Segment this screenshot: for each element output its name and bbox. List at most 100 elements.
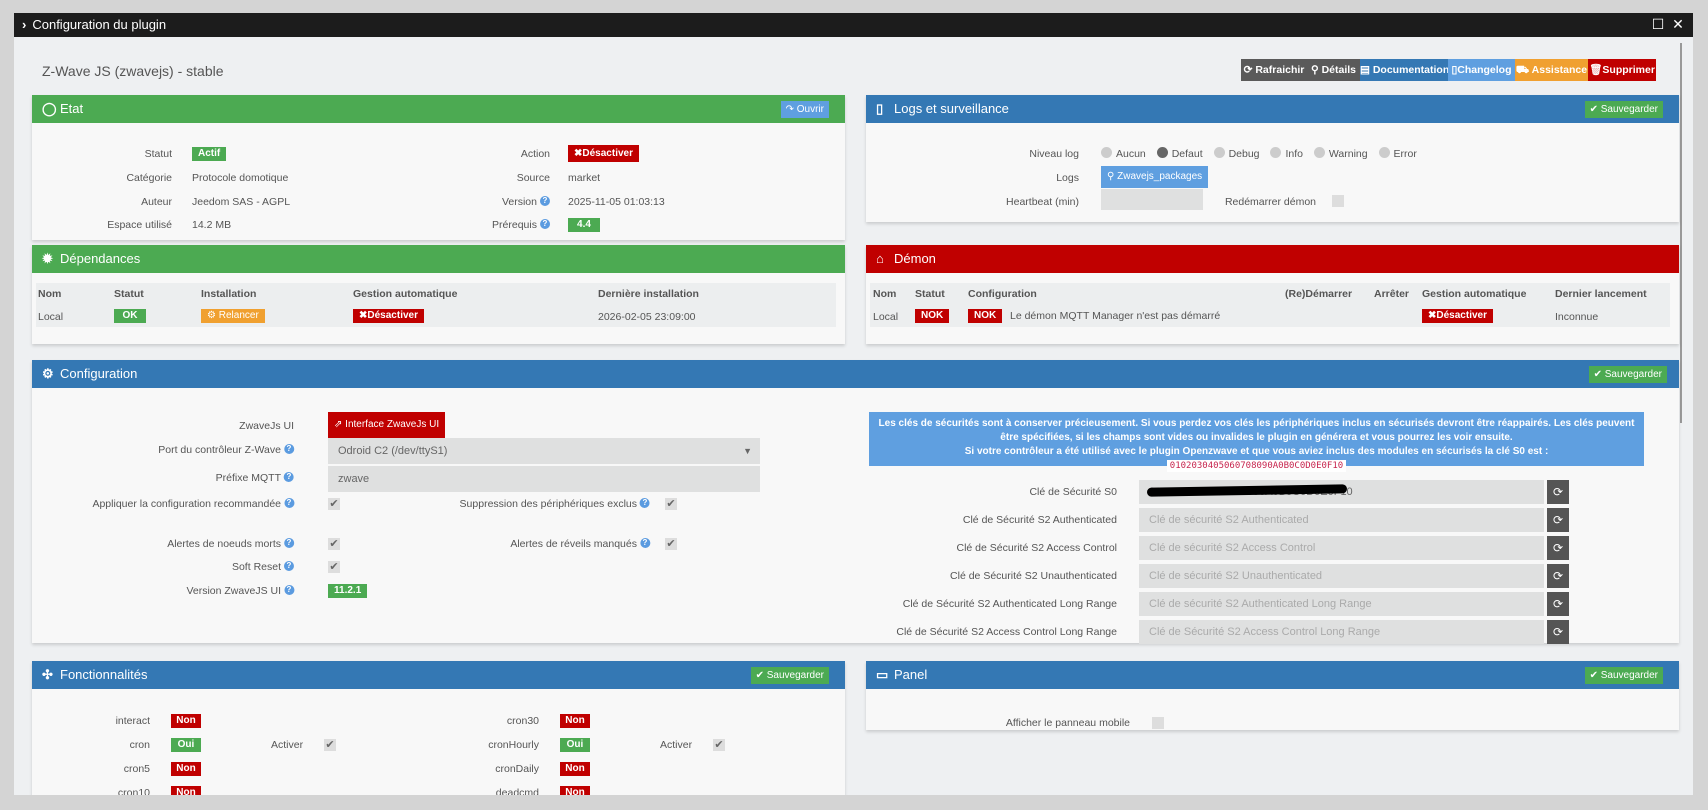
- zwavejs-version-badge: 11.2.1: [328, 584, 368, 598]
- daemon-deactivate-button[interactable]: ✖Désactiver: [1422, 309, 1493, 323]
- prereq-label: Prérequis?: [492, 219, 550, 231]
- certificate-icon: ✹: [42, 251, 53, 266]
- maximize-button[interactable]: ☐: [1651, 17, 1665, 31]
- zwavejs-version-label: Version ZwaveJS UI?: [186, 585, 294, 597]
- activate-checkbox[interactable]: ✔: [324, 739, 336, 751]
- feature-label: cronDaily: [495, 763, 539, 775]
- missed-wakeup-checkbox[interactable]: ✔: [665, 538, 677, 550]
- security-key-input[interactable]: 0102030405060708090A0B0C0D0E0F10: [1139, 480, 1544, 504]
- security-key-input[interactable]: Clé de Sécurité S2 Access Control Long R…: [1139, 620, 1544, 644]
- source-value: market: [568, 172, 601, 184]
- etat-panel: ◯ Etat ↷ Ouvrir Statut Actif Catégorie Pr…: [32, 95, 845, 240]
- heartbeat-label: Heartbeat (min): [1006, 196, 1079, 208]
- dead-nodes-checkbox[interactable]: ✔: [328, 538, 340, 550]
- relaunch-button[interactable]: ⚙ Relancer: [201, 309, 265, 323]
- radio-info[interactable]: Info: [1270, 147, 1303, 160]
- radio-aucun[interactable]: Aucun: [1101, 147, 1146, 160]
- s0-default-code: 0102030405060708090A0B0C0D0E0F10: [1166, 460, 1347, 472]
- help-icon[interactable]: ?: [284, 561, 294, 571]
- search-icon: ⚲: [1310, 64, 1319, 76]
- security-key-input[interactable]: Clé de sécurité S2 Authenticated: [1139, 508, 1544, 532]
- chevron-right-icon: ›: [22, 17, 27, 32]
- soft-reset-checkbox[interactable]: ✔: [328, 561, 340, 573]
- refresh-button[interactable]: ⟳ Rafraichir: [1241, 59, 1307, 81]
- logs-save-button[interactable]: ✔ Sauvegarder: [1584, 101, 1663, 118]
- panel-save-button[interactable]: ✔ Sauvegarder: [1584, 667, 1663, 684]
- open-button[interactable]: ↷ Ouvrir: [780, 101, 829, 118]
- security-key-input[interactable]: Clé de sécurité S2 Authenticated Long Ra…: [1139, 592, 1544, 616]
- feature-status-badge: Non: [171, 762, 201, 776]
- cogs-icon: ⚙: [42, 366, 54, 381]
- apply-config-checkbox[interactable]: ✔: [328, 498, 340, 510]
- restart-daemon-checkbox[interactable]: [1332, 195, 1344, 207]
- radio-error[interactable]: Error: [1378, 147, 1417, 160]
- log-file-button[interactable]: ⚲ Zwavejs_packages: [1101, 166, 1209, 188]
- features-save-button[interactable]: ✔ Sauvegarder: [750, 667, 829, 684]
- author-value: Jeedom SAS - AGPL: [192, 196, 291, 208]
- refresh-icon: ⟳: [1552, 485, 1564, 499]
- mqtt-prefix-input[interactable]: zwave: [328, 466, 760, 492]
- dependency-status-badge: OK: [114, 309, 146, 323]
- page-title: Z-Wave JS (zwavejs) - stable: [42, 63, 224, 79]
- version-label: Version?: [502, 196, 550, 208]
- feature-label: deadcmd: [495, 787, 539, 795]
- author-label: Auteur: [141, 196, 172, 208]
- regenerate-key-button[interactable]: ⟳: [1547, 536, 1569, 560]
- port-label: Port du contrôleur Z-Wave?: [158, 444, 294, 456]
- etat-header: ◯ Etat ↷ Ouvrir: [32, 95, 845, 123]
- port-select[interactable]: Odroid C2 (/dev/ttyS1) ▼: [328, 438, 760, 464]
- help-icon[interactable]: ?: [640, 538, 650, 548]
- help-icon[interactable]: ?: [284, 538, 294, 548]
- mqtt-prefix-label: Préfixe MQTT?: [216, 472, 294, 484]
- panel-header: ▭ Panel ✔ Sauvegarder: [866, 661, 1679, 689]
- action-label: Action: [520, 148, 550, 160]
- radio-debug[interactable]: Debug: [1213, 147, 1260, 160]
- activate-label: Activer: [660, 739, 693, 751]
- log-level-label: Niveau log: [1029, 148, 1079, 160]
- circle-notch-icon: ◯: [42, 101, 57, 116]
- security-key-label: Clé de Sécurité S2 Access Control: [956, 542, 1118, 554]
- regenerate-key-button[interactable]: ⟳: [1547, 592, 1569, 616]
- logs-header: ▯ Logs et surveillance ✔ Sauvegarder: [866, 95, 1679, 123]
- details-button[interactable]: ⚲ Détails: [1307, 59, 1360, 81]
- close-button[interactable]: ✕: [1671, 17, 1685, 31]
- security-key-input[interactable]: Clé de sécurité S2 Unauthenticated: [1139, 564, 1544, 588]
- configuration-save-button[interactable]: ✔ Sauvegarder: [1588, 366, 1667, 383]
- radio-warning[interactable]: Warning: [1313, 147, 1368, 160]
- apply-config-label: Appliquer la configuration recommandée?: [92, 498, 294, 510]
- security-key-label: Clé de Sécurité S2 Authenticated Long Ra…: [902, 598, 1117, 610]
- heartbeat-input[interactable]: [1101, 189, 1203, 210]
- security-key-label: Clé de Sécurité S2 Unauthenticated: [950, 570, 1117, 582]
- dependencies-table: Nom Statut Installation Gestion automati…: [36, 283, 836, 327]
- remove-excluded-checkbox[interactable]: ✔: [665, 498, 677, 510]
- activate-checkbox[interactable]: ✔: [713, 739, 725, 751]
- help-icon[interactable]: ?: [540, 196, 550, 206]
- scrollbar[interactable]: [1680, 43, 1682, 423]
- regenerate-key-button[interactable]: ⟳: [1547, 480, 1569, 504]
- delete-button[interactable]: 🗑Supprimer: [1588, 59, 1656, 81]
- help-icon[interactable]: ?: [540, 219, 550, 229]
- dependencies-header: ✹ Dépendances: [32, 245, 845, 273]
- feature-status-badge: Non: [560, 762, 590, 776]
- zwavejs-ui-button[interactable]: ⇗ Interface ZwaveJs UI: [328, 412, 446, 438]
- documentation-button[interactable]: ▤ Documentation: [1360, 59, 1449, 81]
- dependency-deactivate-button[interactable]: ✖Désactiver: [353, 309, 424, 323]
- mobile-panel-label: Afficher le panneau mobile: [1005, 717, 1130, 729]
- regenerate-key-button[interactable]: ⟳: [1547, 508, 1569, 532]
- regenerate-key-button[interactable]: ⟳: [1547, 620, 1569, 644]
- help-icon[interactable]: ?: [284, 498, 294, 508]
- radio-defaut[interactable]: Defaut: [1156, 147, 1203, 160]
- dead-nodes-label: Alertes de noeuds morts?: [167, 538, 294, 550]
- assistance-button[interactable]: ⛟ Assistance: [1515, 59, 1588, 81]
- help-icon[interactable]: ?: [284, 472, 294, 482]
- deactivate-plugin-button[interactable]: ✖Désactiver: [568, 145, 639, 162]
- changelog-button[interactable]: ▯Changelog: [1448, 59, 1515, 81]
- dependencies-panel: ✹ Dépendances Nom Statut Installation Ges…: [32, 245, 845, 344]
- mobile-panel-checkbox[interactable]: [1152, 717, 1164, 729]
- regenerate-key-button[interactable]: ⟳: [1547, 564, 1569, 588]
- help-icon[interactable]: ?: [640, 498, 650, 508]
- help-icon[interactable]: ?: [284, 444, 294, 454]
- security-key-input[interactable]: Clé de sécurité S2 Access Control: [1139, 536, 1544, 560]
- help-icon[interactable]: ?: [284, 585, 294, 595]
- refresh-icon: ⟳: [1552, 625, 1564, 639]
